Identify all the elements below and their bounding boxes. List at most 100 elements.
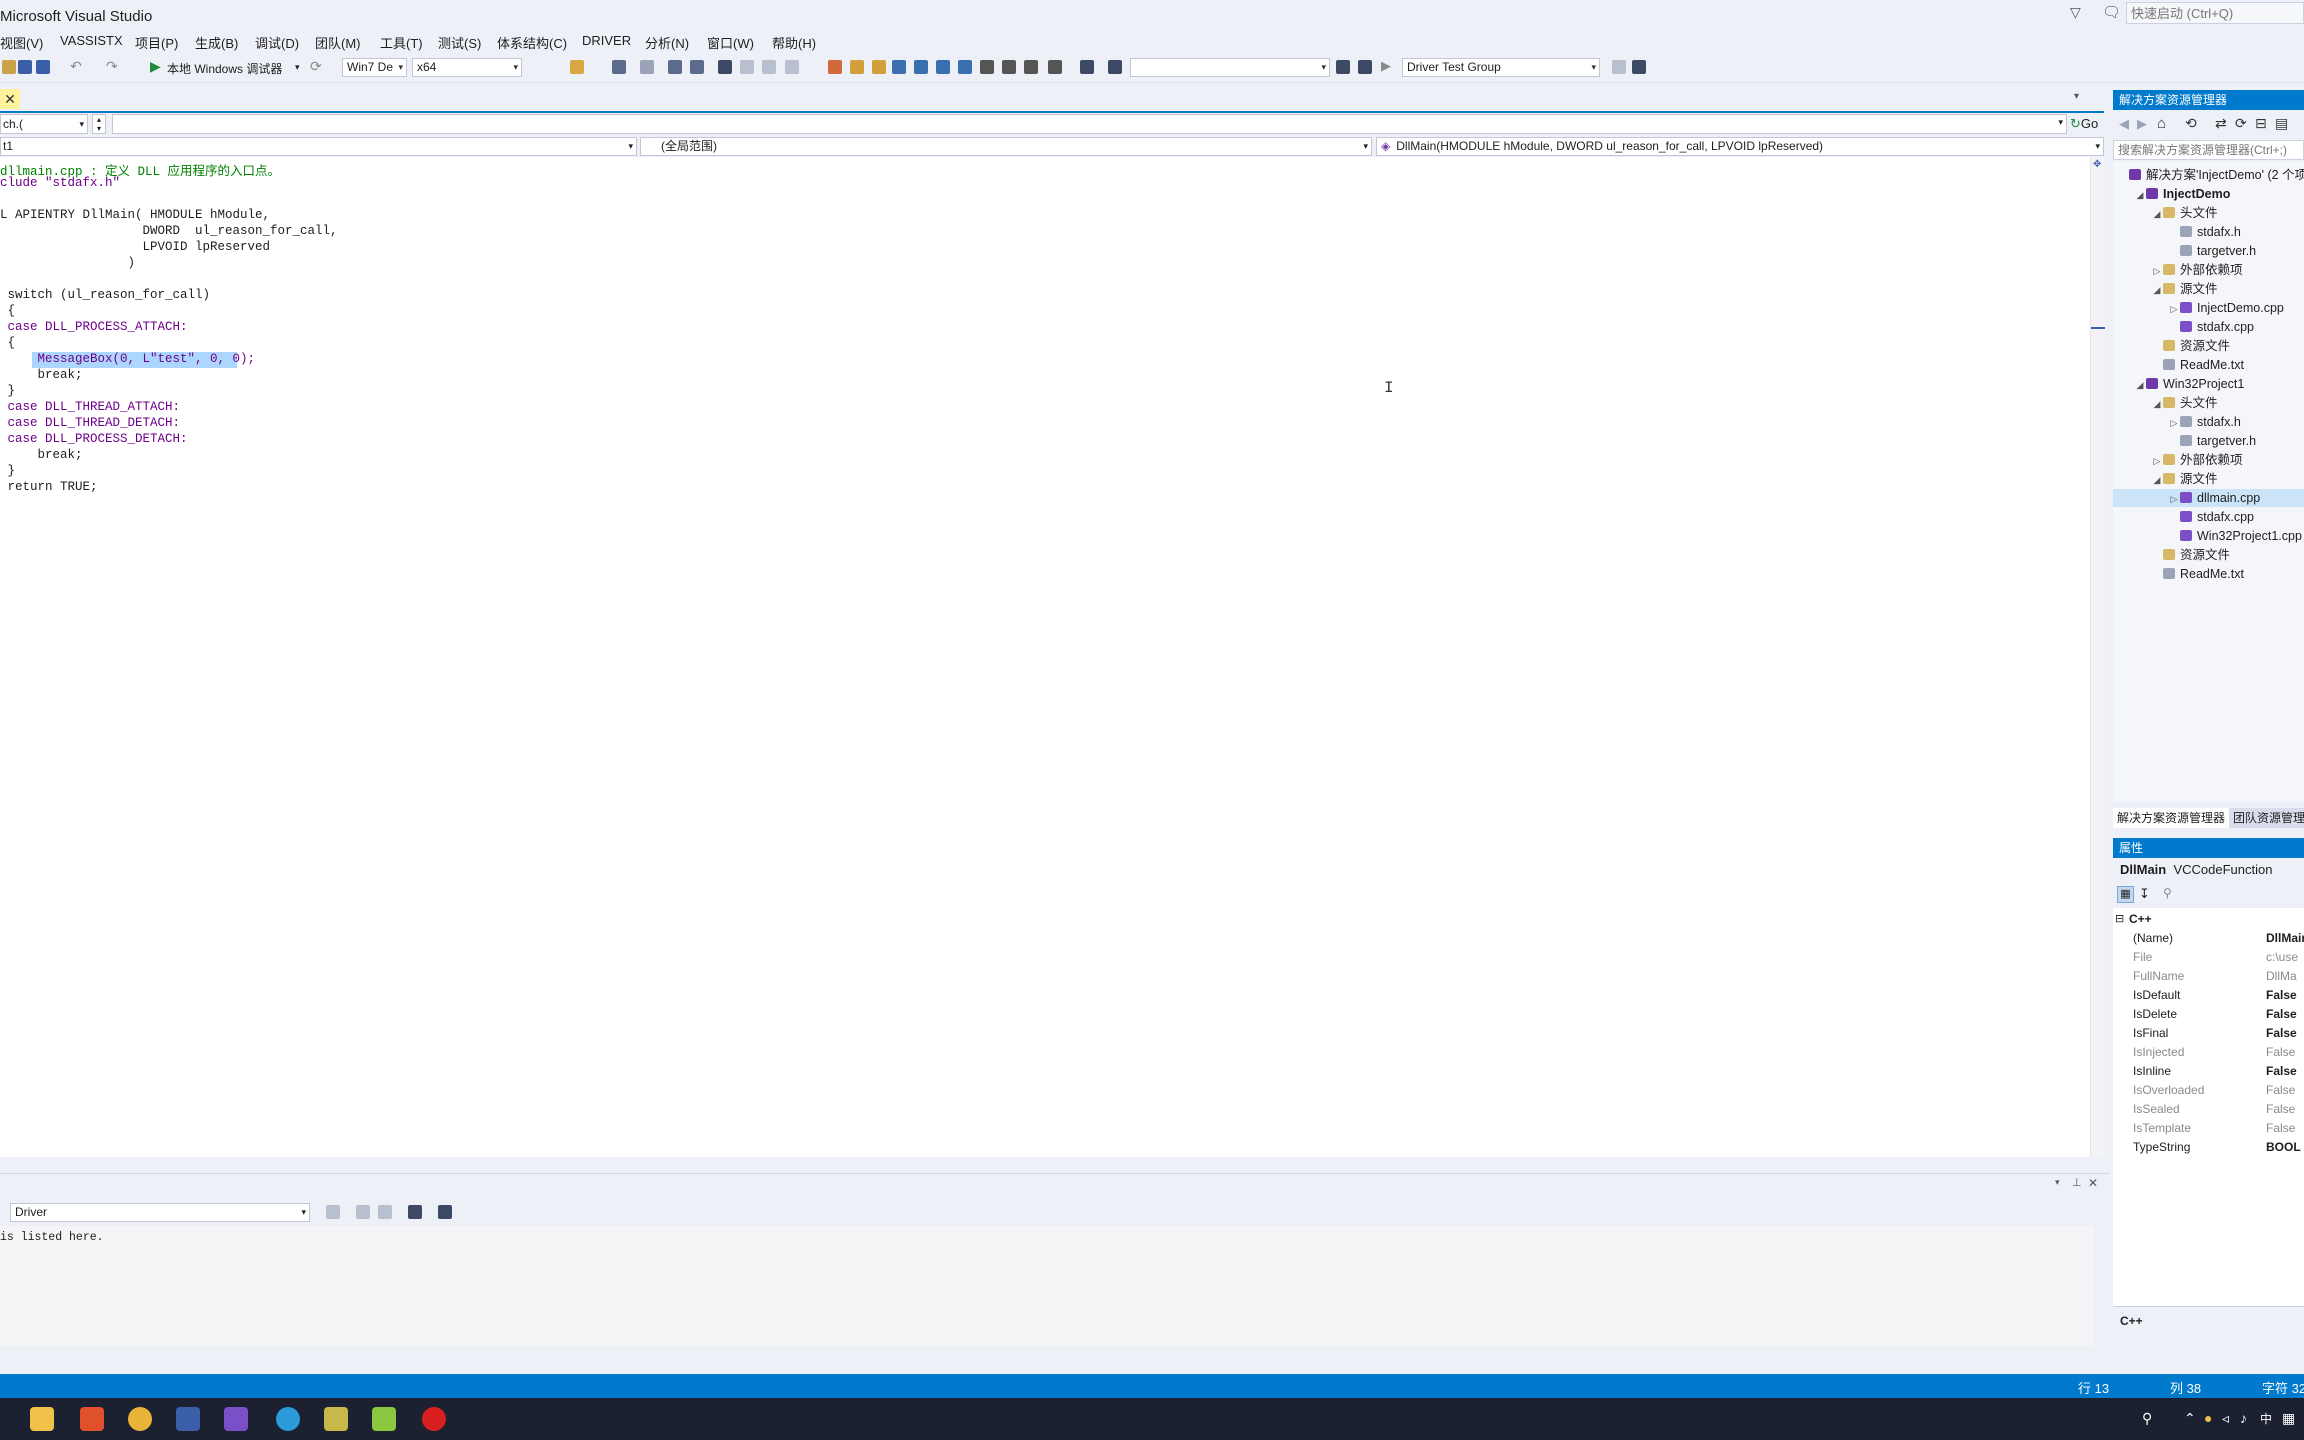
menu-vassistx[interactable]: VASSISTX bbox=[60, 33, 123, 48]
tree-item[interactable]: ◢ 源文件 bbox=[2113, 280, 2304, 298]
collapsed-icon[interactable]: ▷ bbox=[2168, 414, 2180, 432]
network-icon[interactable]: ● bbox=[2204, 1410, 2212, 1426]
editor-app-icon[interactable] bbox=[372, 1407, 396, 1431]
file-explorer-icon[interactable] bbox=[30, 1407, 54, 1431]
tree-item[interactable]: stdafx.cpp bbox=[2113, 508, 2304, 526]
tree-item[interactable]: ▷ dllmain.cpp bbox=[2113, 489, 2304, 507]
editor-horizontal-scrollbar[interactable] bbox=[0, 1157, 2104, 1170]
find-in-files-icon[interactable] bbox=[1108, 60, 1122, 74]
tree-item[interactable]: 解决方案'InjectDemo' (2 个项目) bbox=[2113, 166, 2304, 184]
menu-window[interactable]: 窗口(W) bbox=[707, 33, 754, 52]
va-back-icon[interactable] bbox=[936, 60, 950, 74]
scope-combo[interactable]: (全局范围) ▾ bbox=[640, 137, 1372, 156]
chrome-icon[interactable] bbox=[128, 1407, 152, 1431]
va-tools-icon[interactable] bbox=[1048, 60, 1062, 74]
chevron-down-icon[interactable]: ▾ bbox=[2055, 1177, 2060, 1188]
properties-object-selector[interactable]: DllMain VCCodeFunction bbox=[2113, 860, 2304, 880]
property-row[interactable]: FullName DllMa bbox=[2113, 967, 2304, 986]
va-symbol-icon[interactable] bbox=[872, 60, 886, 74]
va-list-icon[interactable] bbox=[1024, 60, 1038, 74]
editor-vertical-scrollbar[interactable]: ✥ bbox=[2090, 157, 2105, 1157]
deploy-icon[interactable] bbox=[1336, 60, 1350, 74]
collapse-all-icon[interactable]: ⊟ bbox=[2255, 115, 2267, 132]
quick-launch-input[interactable]: 快速启动 (Ctrl+Q) bbox=[2126, 2, 2304, 24]
chevron-down-icon[interactable]: ▾ bbox=[2074, 91, 2079, 102]
output-source-combo[interactable]: Driver ▾ bbox=[10, 1203, 310, 1222]
history-icon[interactable]: ⟲ bbox=[2185, 115, 2197, 132]
stop-test-icon[interactable] bbox=[1612, 60, 1626, 74]
va-goto-icon[interactable] bbox=[914, 60, 928, 74]
indent-icon[interactable] bbox=[640, 60, 654, 74]
input-method-icon[interactable]: 中 bbox=[2260, 1410, 2272, 1427]
expanded-icon[interactable]: ◢ bbox=[2134, 186, 2146, 204]
save-all-icon[interactable] bbox=[36, 60, 50, 74]
tree-item[interactable]: ◢ 头文件 bbox=[2113, 204, 2304, 222]
sync-icon[interactable]: ⇄ bbox=[2215, 115, 2227, 132]
tree-item[interactable]: ▷ InjectDemo.cpp bbox=[2113, 299, 2304, 317]
next-bookmark-icon[interactable] bbox=[762, 60, 776, 74]
property-row[interactable]: TypeString BOOL bbox=[2113, 1138, 2304, 1157]
property-pages-icon[interactable]: ⚲ bbox=[2163, 886, 2172, 900]
redo-icon[interactable]: ↷ bbox=[106, 58, 118, 75]
tree-item[interactable]: targetver.h bbox=[2113, 242, 2304, 260]
clear-bookmarks-icon[interactable] bbox=[785, 60, 799, 74]
driver-test-group-combo[interactable]: Driver Test Group ▾ bbox=[1402, 58, 1600, 77]
tree-item[interactable]: ▷ stdafx.h bbox=[2113, 413, 2304, 431]
tree-item[interactable]: stdafx.cpp bbox=[2113, 318, 2304, 336]
tree-item[interactable]: ReadMe.txt bbox=[2113, 565, 2304, 583]
tree-item[interactable]: Win32Project1.cpp bbox=[2113, 527, 2304, 545]
split-icon[interactable]: ✥ bbox=[2093, 159, 2101, 170]
menu-project[interactable]: 项目(P) bbox=[135, 33, 178, 52]
record-icon[interactable] bbox=[422, 1407, 446, 1431]
menu-driver[interactable]: DRIVER bbox=[582, 33, 631, 48]
expanded-icon[interactable]: ◢ bbox=[2151, 281, 2163, 299]
find-message-icon[interactable] bbox=[326, 1205, 340, 1219]
platform-target-combo[interactable]: Win7 De ▾ bbox=[342, 58, 407, 77]
tab-team-explorer[interactable]: 团队资源管理器 bbox=[2229, 808, 2304, 828]
property-row[interactable]: IsTemplate False bbox=[2113, 1119, 2304, 1138]
save-icon[interactable] bbox=[18, 60, 32, 74]
word-wrap-icon[interactable] bbox=[438, 1205, 452, 1219]
browser-icon[interactable] bbox=[276, 1407, 300, 1431]
show-all-files-icon[interactable]: ▤ bbox=[2275, 115, 2288, 132]
bookmark-icon[interactable] bbox=[718, 60, 732, 74]
comment-icon[interactable] bbox=[668, 60, 682, 74]
refresh-icon[interactable]: ⟳ bbox=[310, 58, 322, 75]
chevron-up-icon[interactable]: ⌃ bbox=[2184, 1410, 2196, 1427]
prev-message-icon[interactable] bbox=[356, 1205, 370, 1219]
keyboard-icon[interactable]: ▦ bbox=[2282, 1410, 2295, 1427]
code-editor[interactable]: dllmain.cpp : 定义 DLL 应用程序的入口点。 clude "st… bbox=[0, 157, 2090, 1157]
output-scrollbar[interactable] bbox=[2094, 1226, 2108, 1346]
category-row[interactable]: ⊟ C++ bbox=[2113, 910, 2304, 929]
tree-item[interactable]: stdafx.h bbox=[2113, 223, 2304, 241]
chevron-down-icon[interactable]: ▾ bbox=[295, 62, 300, 73]
categorized-icon[interactable]: ▦ bbox=[2117, 886, 2134, 903]
expanded-icon[interactable]: ◢ bbox=[2134, 376, 2146, 394]
tree-item[interactable]: ▷ 外部依赖项 bbox=[2113, 451, 2304, 469]
filter-icon[interactable]: ▽ bbox=[2070, 4, 2081, 21]
property-row[interactable]: (Name) DllMain bbox=[2113, 929, 2304, 948]
back-icon[interactable]: ◀ bbox=[2119, 116, 2129, 132]
visual-studio-icon[interactable] bbox=[224, 1407, 248, 1431]
tree-item[interactable]: ▷ 外部依赖项 bbox=[2113, 261, 2304, 279]
expanded-icon[interactable]: ◢ bbox=[2151, 471, 2163, 489]
menu-debug[interactable]: 调试(D) bbox=[255, 33, 299, 52]
output-text-area[interactable]: is listed here. bbox=[0, 1226, 2094, 1346]
speaker-icon[interactable]: ♪ bbox=[2240, 1410, 2247, 1426]
menu-team[interactable]: 团队(M) bbox=[315, 33, 361, 52]
spin-icon[interactable]: ▴ ▾ bbox=[92, 114, 106, 134]
undo-icon[interactable]: ↶ bbox=[70, 58, 82, 75]
tree-item[interactable]: ReadMe.txt bbox=[2113, 356, 2304, 374]
notes-icon[interactable] bbox=[324, 1407, 348, 1431]
open-file-icon[interactable] bbox=[2, 60, 16, 74]
tree-item[interactable]: ◢ 头文件 bbox=[2113, 394, 2304, 412]
va-options-icon[interactable] bbox=[1002, 60, 1016, 74]
va-spell-icon[interactable] bbox=[980, 60, 994, 74]
configuration-combo[interactable]: x64 ▾ bbox=[412, 58, 522, 77]
test-settings-icon[interactable] bbox=[1632, 60, 1646, 74]
tree-item[interactable]: ◢ InjectDemo bbox=[2113, 185, 2304, 203]
start-debug-icon[interactable]: ▶ bbox=[150, 58, 161, 75]
property-row[interactable]: IsFinal False bbox=[2113, 1024, 2304, 1043]
close-icon[interactable]: ✕ bbox=[2088, 1176, 2098, 1190]
expanded-icon[interactable]: ◢ bbox=[2151, 395, 2163, 413]
